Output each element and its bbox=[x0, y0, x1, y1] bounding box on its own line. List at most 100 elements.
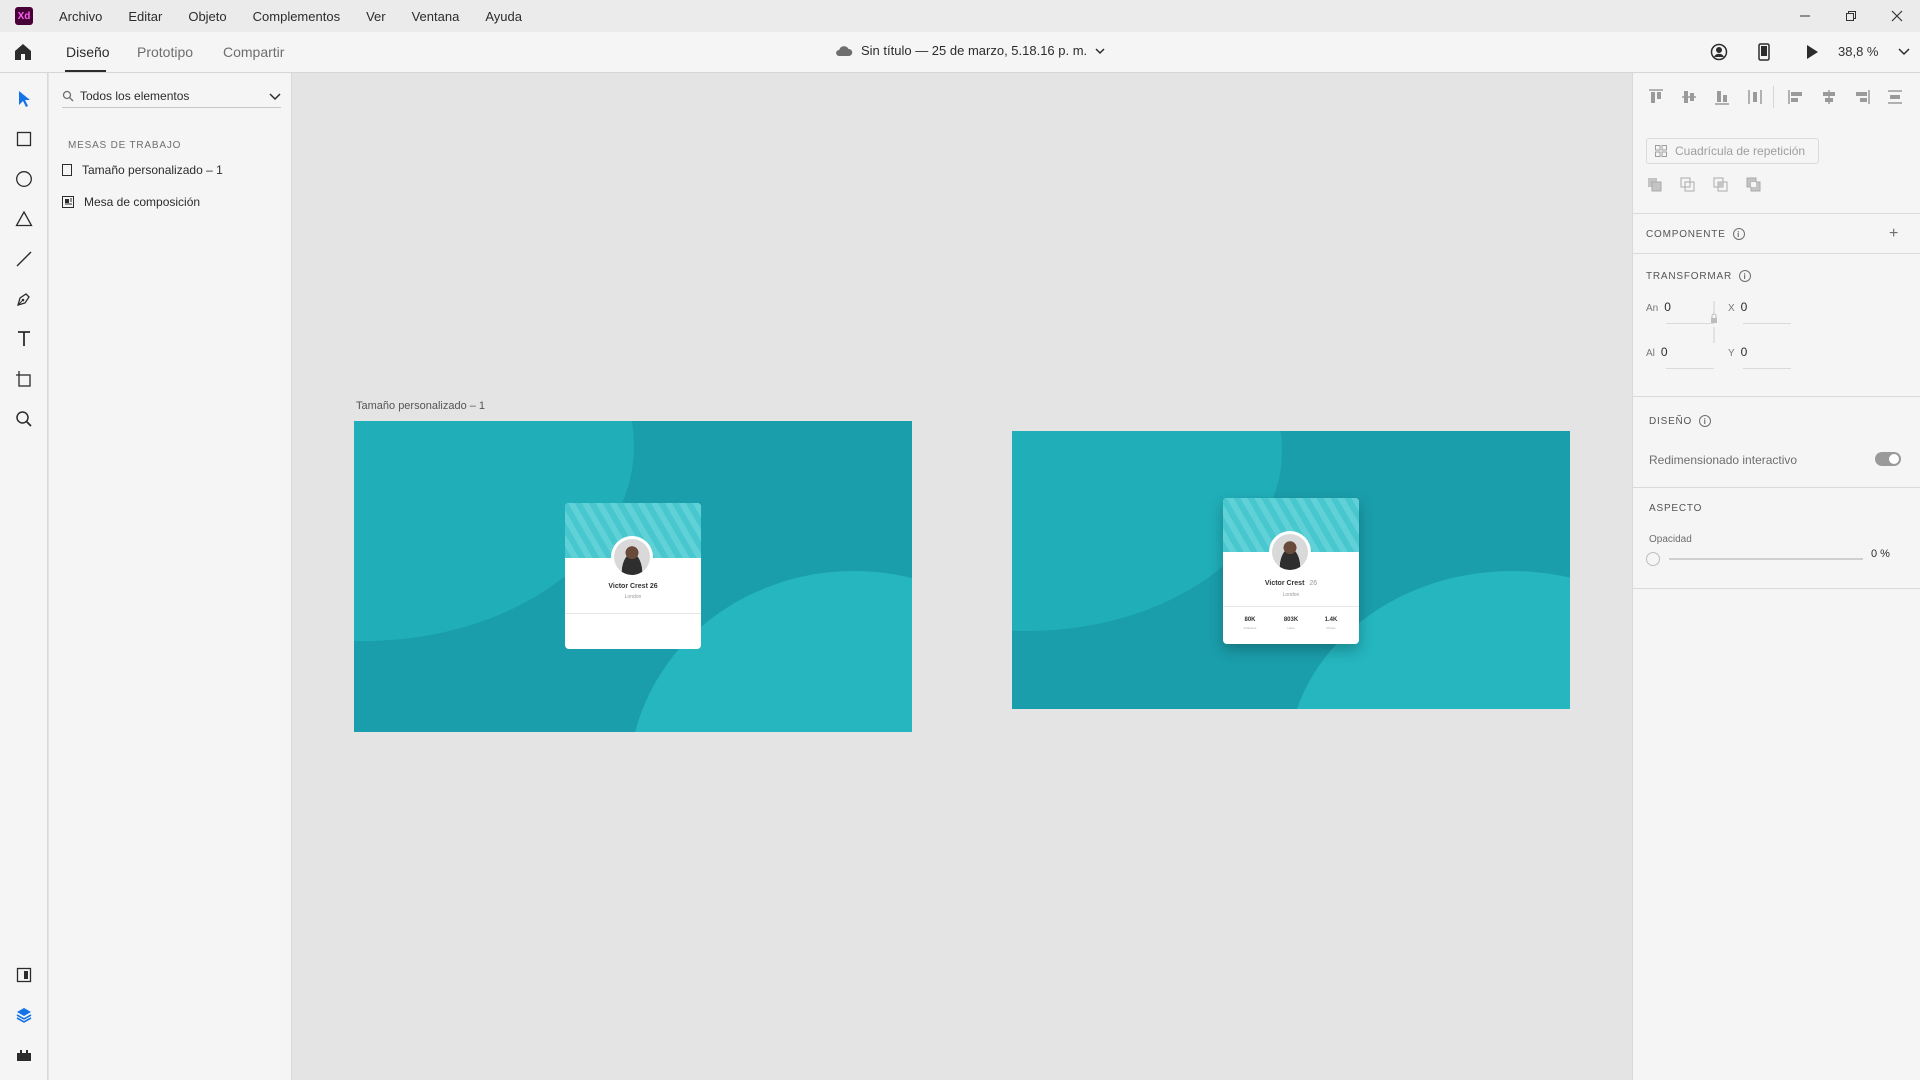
menu-ver[interactable]: Ver bbox=[366, 9, 386, 24]
card-name-row: Victor Crest 26 bbox=[1223, 580, 1359, 587]
restore-icon[interactable] bbox=[1828, 0, 1874, 32]
layout-label: DISEÑO bbox=[1649, 415, 1693, 427]
layer-item-artboard-2[interactable]: Mesa de composición bbox=[62, 195, 200, 209]
artboard-1-label[interactable]: Tamaño personalizado – 1 bbox=[356, 400, 485, 412]
select-tool-icon[interactable] bbox=[12, 87, 36, 111]
info-icon[interactable]: i bbox=[1699, 415, 1712, 427]
layout-section-label: DISEÑO i bbox=[1649, 415, 1712, 427]
design-canvas[interactable]: Tamaño personalizado – 1 Victor Crest 26… bbox=[292, 73, 1632, 1080]
document-title[interactable]: Sin título — 25 de marzo, 5.18.16 p. m. bbox=[835, 43, 1107, 58]
stat-likes-value: 803K bbox=[1283, 617, 1299, 623]
layers-filter-label: Todos los elementos bbox=[80, 89, 190, 103]
layers-filter-dropdown[interactable]: Todos los elementos bbox=[62, 85, 281, 108]
component-section-label: COMPONENTE i bbox=[1646, 228, 1745, 240]
opacity-value[interactable]: 0 % bbox=[1871, 548, 1890, 560]
appearance-label: ASPECTO bbox=[1649, 503, 1703, 514]
info-icon[interactable]: i bbox=[1739, 270, 1752, 282]
height-field[interactable]: Al 0 bbox=[1646, 345, 1668, 359]
x-field[interactable]: X0 bbox=[1728, 300, 1747, 314]
menu-bar: Xd Archivo Editar Objeto Complementos Ve… bbox=[0, 0, 1920, 32]
width-field[interactable]: An 0 bbox=[1646, 300, 1671, 314]
align-left-icon[interactable] bbox=[1787, 88, 1805, 106]
pen-tool-icon[interactable] bbox=[12, 287, 36, 311]
zoom-tool-icon[interactable] bbox=[12, 407, 36, 431]
card-name: Victor Crest 26 bbox=[608, 583, 658, 590]
distribute-horizontal-icon[interactable] bbox=[1886, 88, 1904, 106]
menu-ventana[interactable]: Ventana bbox=[412, 9, 460, 24]
ellipse-tool-icon[interactable] bbox=[12, 167, 36, 191]
align-bottom-icon[interactable] bbox=[1713, 88, 1731, 106]
boolean-subtract-icon[interactable] bbox=[1679, 176, 1697, 194]
align-top-icon[interactable] bbox=[1647, 88, 1665, 106]
layer-item-artboard-1[interactable]: Tamaño personalizado – 1 bbox=[62, 163, 223, 177]
menu-complementos[interactable]: Complementos bbox=[253, 9, 340, 24]
tab-compartir[interactable]: Compartir bbox=[223, 44, 284, 60]
menu-archivo[interactable]: Archivo bbox=[59, 9, 102, 24]
card-divider bbox=[1223, 606, 1359, 607]
align-middle-icon[interactable] bbox=[1680, 88, 1698, 106]
menu-ayuda[interactable]: Ayuda bbox=[485, 9, 522, 24]
boolean-add-icon[interactable] bbox=[1646, 176, 1664, 194]
layer-item-label: Tamaño personalizado – 1 bbox=[82, 163, 223, 177]
height-value: 0 bbox=[1660, 345, 1668, 359]
opacity-slider-knob[interactable] bbox=[1646, 552, 1660, 566]
x-field-label: X bbox=[1728, 303, 1735, 314]
card-age: 26 bbox=[1309, 580, 1318, 587]
line-tool-icon[interactable] bbox=[12, 247, 36, 271]
toggle-knob bbox=[1889, 454, 1899, 464]
profile-card-2[interactable]: Victor Crest 26 London 80K Followers 803… bbox=[1223, 498, 1359, 644]
assets-icon[interactable] bbox=[12, 963, 36, 987]
stat-followers-value: 80K bbox=[1244, 617, 1256, 623]
artboard-with-content-icon bbox=[62, 196, 74, 208]
info-icon[interactable]: i bbox=[1732, 228, 1745, 240]
artboard-icon bbox=[62, 164, 72, 176]
home-icon[interactable] bbox=[12, 42, 34, 62]
distribute-vertical-icon[interactable] bbox=[1746, 88, 1764, 106]
add-component-icon[interactable]: + bbox=[1889, 225, 1898, 243]
zoom-chevron-down-icon[interactable] bbox=[1893, 41, 1915, 63]
boolean-intersect-icon[interactable] bbox=[1712, 176, 1730, 194]
repeat-grid-label: Cuadrícula de repetición bbox=[1675, 144, 1806, 158]
align-divider bbox=[1773, 86, 1774, 108]
tab-diseno[interactable]: Diseño bbox=[66, 44, 110, 60]
chevron-down-icon bbox=[1095, 47, 1105, 54]
cloud-icon bbox=[836, 45, 853, 56]
document-title-text: Sin título — 25 de marzo, 5.18.16 p. m. bbox=[861, 43, 1088, 58]
minimize-icon[interactable] bbox=[1782, 0, 1828, 32]
artboard-1[interactable]: Victor Crest 26 London bbox=[354, 421, 912, 732]
zoom-level[interactable]: 38,8 % bbox=[1838, 44, 1878, 59]
responsive-resize-toggle[interactable] bbox=[1875, 452, 1901, 466]
plugins-icon[interactable] bbox=[12, 1043, 36, 1067]
tab-prototipo[interactable]: Prototipo bbox=[137, 44, 193, 60]
align-right-icon[interactable] bbox=[1853, 88, 1871, 106]
y-field[interactable]: Y0 bbox=[1728, 345, 1747, 359]
divider bbox=[1633, 213, 1920, 214]
tools-column bbox=[0, 73, 48, 1080]
menu-objeto[interactable]: Objeto bbox=[188, 9, 226, 24]
y-field-label: Y bbox=[1728, 348, 1735, 359]
repeat-grid-button[interactable]: Cuadrícula de repetición bbox=[1646, 138, 1819, 164]
rectangle-tool-icon[interactable] bbox=[12, 127, 36, 151]
align-center-icon[interactable] bbox=[1820, 88, 1838, 106]
avatar bbox=[1269, 531, 1311, 573]
menu-editar[interactable]: Editar bbox=[128, 9, 162, 24]
avatar bbox=[611, 536, 653, 578]
component-label: COMPONENTE bbox=[1646, 228, 1726, 240]
opacity-slider-track[interactable] bbox=[1669, 558, 1863, 560]
opacity-label: Opacidad bbox=[1649, 534, 1692, 545]
artboard-2[interactable]: Victor Crest 26 London 80K Followers 803… bbox=[1012, 431, 1570, 709]
polygon-tool-icon[interactable] bbox=[12, 207, 36, 231]
y-value: 0 bbox=[1740, 345, 1748, 359]
profile-card-1[interactable]: Victor Crest 26 London bbox=[565, 503, 701, 649]
artboard-tool-icon[interactable] bbox=[12, 367, 36, 391]
share-user-icon[interactable] bbox=[1708, 41, 1730, 63]
close-icon[interactable] bbox=[1874, 0, 1920, 32]
transform-section-label: TRANSFORMAR i bbox=[1646, 270, 1752, 282]
layers-icon[interactable] bbox=[12, 1003, 36, 1027]
mobile-preview-icon[interactable] bbox=[1753, 41, 1775, 63]
play-icon[interactable] bbox=[1801, 41, 1823, 63]
card-city: London bbox=[1282, 592, 1300, 598]
lock-aspect-icon[interactable] bbox=[1709, 300, 1719, 344]
text-tool-icon[interactable] bbox=[12, 327, 36, 351]
boolean-exclude-icon[interactable] bbox=[1745, 176, 1763, 194]
